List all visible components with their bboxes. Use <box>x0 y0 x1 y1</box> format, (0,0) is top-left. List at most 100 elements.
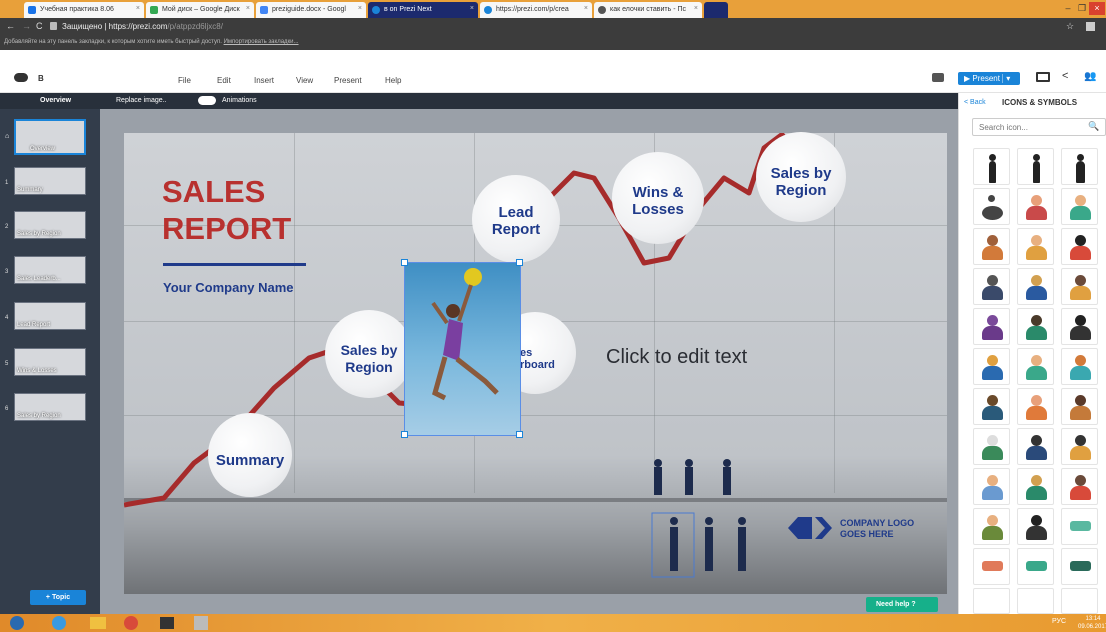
menu-view[interactable]: View <box>296 76 313 85</box>
search-icon[interactable]: 🔍 <box>1088 121 1099 132</box>
paint-icon[interactable] <box>194 616 208 630</box>
menu-file[interactable]: File <box>178 76 191 85</box>
avatar-icon[interactable] <box>973 388 1010 425</box>
restore-icon[interactable]: ❐ <box>1074 2 1090 15</box>
browser-tab-active[interactable]: в on Prezi Next × <box>368 2 478 18</box>
extension-icon[interactable] <box>1086 22 1095 31</box>
avatar-icon[interactable] <box>973 348 1010 385</box>
need-help-button[interactable]: Need help ? <box>866 597 938 612</box>
new-tab-button[interactable] <box>704 2 728 18</box>
reload-icon[interactable]: C <box>36 21 43 31</box>
import-bookmarks-link[interactable]: Импортировать закладки... <box>224 39 299 45</box>
chrome-icon[interactable] <box>124 616 138 630</box>
replace-image-button[interactable]: Replace image.. <box>116 97 167 104</box>
animations-toggle[interactable] <box>198 96 216 105</box>
avatar-icon[interactable] <box>1017 468 1054 505</box>
avatar-icon[interactable] <box>1017 388 1054 425</box>
avatar-icon[interactable] <box>1017 348 1054 385</box>
close-icon[interactable]: × <box>136 5 140 12</box>
close-icon[interactable]: × <box>246 5 250 12</box>
athlete-image[interactable] <box>404 262 521 436</box>
handshake-icon[interactable] <box>973 548 1010 585</box>
chat-icon[interactable] <box>932 73 944 82</box>
language-indicator[interactable]: РУС <box>1052 618 1066 625</box>
avatar-icon[interactable] <box>1017 308 1054 345</box>
start-icon[interactable] <box>10 616 24 630</box>
business-people-image[interactable] <box>640 455 760 585</box>
handshake-icon[interactable] <box>973 588 1010 614</box>
topic-thumbnail[interactable]: Lead Report <box>14 302 86 330</box>
url-field[interactable]: Защищено | https://prezi.com/p/atppzd6lj… <box>62 22 223 31</box>
browser-tab[interactable]: как елочки ставить - Пс × <box>594 2 702 18</box>
browser-tab[interactable]: Мой диск – Google Диск × <box>146 2 254 18</box>
handshake-icon[interactable] <box>1061 548 1098 585</box>
handshake-icon[interactable] <box>1017 548 1054 585</box>
share-icon[interactable]: < <box>1062 70 1068 82</box>
avatar-icon[interactable] <box>973 428 1010 465</box>
browser-tab[interactable]: preziguide.docx - Googl × <box>256 2 366 18</box>
company-name[interactable]: Your Company Name <box>163 280 294 295</box>
topic-thumbnail[interactable]: Wins & Losses <box>14 348 86 376</box>
menu-edit[interactable]: Edit <box>217 76 231 85</box>
resize-handle[interactable] <box>516 259 523 266</box>
wheelchair-icon[interactable] <box>973 188 1010 225</box>
topic-thumbnail[interactable]: Sales Leaderb... <box>14 256 86 284</box>
company-logo-text[interactable]: COMPANY LOGO GOES HERE <box>840 518 914 540</box>
handshake-icon[interactable] <box>1061 508 1098 545</box>
folder-icon[interactable] <box>90 617 106 629</box>
slide-title[interactable]: SALES REPORT <box>162 173 291 247</box>
topic-thumbnail[interactable]: Summary <box>14 167 86 195</box>
avatar-icon[interactable] <box>973 268 1010 305</box>
elephant-icon[interactable] <box>1061 588 1098 614</box>
walking-person-icon[interactable] <box>1061 148 1098 185</box>
avatar-icon[interactable] <box>1017 508 1054 545</box>
resize-handle[interactable] <box>401 431 408 438</box>
menu-insert[interactable]: Insert <box>254 76 274 85</box>
avatar-icon[interactable] <box>973 508 1010 545</box>
close-window-icon[interactable]: × <box>1089 2 1105 15</box>
avatar-icon[interactable] <box>1061 388 1098 425</box>
browser-tab[interactable]: https://prezi.com/p/crea × <box>480 2 592 18</box>
back-link[interactable]: < Back <box>964 99 986 106</box>
menu-help[interactable]: Help <box>385 76 401 85</box>
avatar-icon[interactable] <box>1017 428 1054 465</box>
avatar-icon[interactable] <box>1017 268 1054 305</box>
avatar-icon[interactable] <box>1061 348 1098 385</box>
back-icon[interactable]: ← <box>6 21 15 31</box>
app-icon[interactable] <box>160 617 174 629</box>
icon-search-input[interactable] <box>972 118 1106 136</box>
avatar-icon[interactable] <box>1061 228 1098 265</box>
ie-icon[interactable] <box>52 616 66 630</box>
browser-tab[interactable]: Учебная практика 8.06 × <box>24 2 144 18</box>
click-to-edit-text[interactable]: Click to edit text <box>606 346 747 369</box>
avatar-icon[interactable] <box>1017 188 1054 225</box>
person-icon[interactable] <box>973 148 1010 185</box>
handshake-icon[interactable] <box>1017 588 1054 614</box>
add-topic-button[interactable]: + Topic <box>30 590 86 605</box>
presentation-title[interactable]: B <box>38 74 44 83</box>
topic-thumbnail[interactable]: Sales by Region <box>14 211 86 239</box>
resize-handle[interactable] <box>401 259 408 266</box>
close-icon[interactable]: × <box>584 5 588 12</box>
topic-thumbnail[interactable]: Sales by Region <box>14 393 86 421</box>
screen-icon[interactable] <box>1036 72 1050 82</box>
forward-icon[interactable]: → <box>22 21 31 31</box>
avatar-icon[interactable] <box>973 468 1010 505</box>
cloud-icon[interactable] <box>14 73 28 82</box>
avatar-icon[interactable] <box>1061 468 1098 505</box>
resize-handle[interactable] <box>516 431 523 438</box>
avatar-icon[interactable] <box>1061 428 1098 465</box>
overview-thumbnail[interactable]: Overview <box>14 119 86 155</box>
avatar-icon[interactable] <box>1017 228 1054 265</box>
chevron-down-icon[interactable]: ▾ <box>1002 74 1011 83</box>
avatar-icon[interactable] <box>1061 268 1098 305</box>
home-icon[interactable]: ⌂ <box>5 133 9 140</box>
clock[interactable]: 13:14 09.06.2017 <box>1078 615 1106 631</box>
avatar-icon[interactable] <box>1061 188 1098 225</box>
close-icon[interactable]: × <box>470 5 474 12</box>
overview-tab[interactable]: Overview <box>40 97 71 104</box>
star-icon[interactable]: ☆ <box>1066 21 1074 32</box>
close-icon[interactable]: × <box>694 5 698 12</box>
menu-present[interactable]: Present <box>334 76 362 85</box>
avatar-icon[interactable] <box>973 228 1010 265</box>
